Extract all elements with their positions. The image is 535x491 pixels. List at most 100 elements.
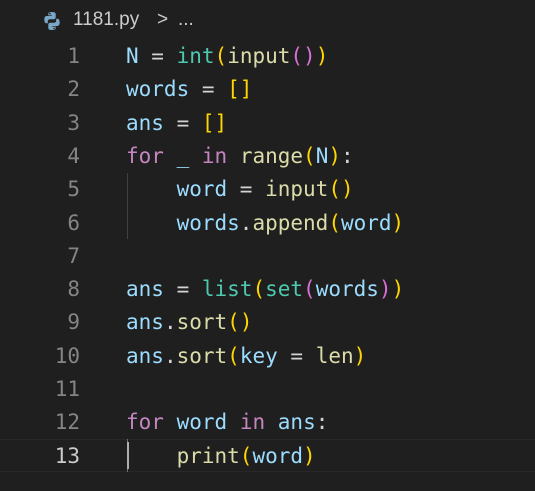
code-token: ans (277, 410, 316, 435)
code-line[interactable]: 5 word = input() (0, 173, 535, 206)
code-token: . (239, 210, 253, 235)
breadcrumb: 1181.py > ... (0, 0, 535, 42)
code-line[interactable]: 6 words.append(word) (0, 207, 535, 240)
code-line[interactable]: 13 print(word) (0, 440, 535, 473)
code-token: words (126, 77, 190, 102)
code-token: ans (126, 343, 164, 368)
code-editor[interactable]: 1 N = int(input()) 2 words = [] 3 ans = [] 4 fo… (0, 40, 535, 491)
code-token: . (163, 343, 177, 368)
code-token: sort (176, 343, 228, 368)
code-token: list (201, 277, 253, 302)
line-number: 10 (54, 343, 80, 368)
code-text: print(word) (126, 440, 316, 473)
breadcrumb-file-name[interactable]: 1181.py (73, 9, 139, 31)
code-token: = (138, 44, 177, 68)
line-number: 7 (67, 243, 80, 268)
code-token: ) (391, 277, 405, 302)
line-number: 8 (67, 277, 80, 302)
python-file-icon (41, 10, 63, 32)
code-token: ans (126, 310, 164, 335)
code-text: word = input() (126, 173, 354, 206)
code-token: ) (391, 210, 405, 235)
code-token: ( (303, 277, 316, 302)
code-line[interactable]: 10 ans.sort(key = len) (0, 340, 535, 373)
code-token: in (201, 143, 228, 168)
code-token: input (265, 177, 329, 202)
line-number: 3 (67, 110, 80, 135)
code-token: ) (353, 343, 367, 368)
code-line[interactable]: 9 ans.sort() (0, 306, 535, 339)
code-token: ) (328, 143, 342, 168)
code-token: ) (378, 277, 392, 302)
code-line[interactable]: 12 for word in ans: (0, 406, 535, 439)
line-number: 11 (54, 377, 80, 401)
code-token: : (341, 143, 354, 168)
code-token: ) (315, 44, 329, 68)
code-token: ans (126, 110, 164, 135)
line-number: 4 (67, 143, 80, 168)
code-text: words.append(word) (126, 207, 405, 240)
code-token: = (277, 343, 316, 368)
code-token: input (227, 44, 291, 68)
code-token: ans (126, 277, 164, 302)
code-token: () (328, 177, 354, 202)
code-text: ans.sort() (126, 306, 252, 339)
code-token: print (176, 443, 240, 468)
code-token: N (126, 44, 139, 68)
code-token: word (252, 443, 304, 468)
code-token: [] (227, 77, 253, 102)
code-text: words = [] (126, 73, 252, 106)
code-line[interactable]: 11 (0, 373, 535, 406)
code-text: for _ in range(N): (126, 140, 354, 173)
code-token: for (126, 143, 164, 168)
code-text: for word in ans: (126, 406, 328, 439)
code-token: word (176, 177, 228, 202)
code-token: in (239, 410, 266, 435)
code-token: = (163, 277, 202, 302)
code-token: range (239, 143, 304, 168)
line-number: 13 (54, 443, 80, 468)
line-number: 9 (67, 310, 80, 335)
line-number: 12 (54, 410, 80, 435)
code-line[interactable]: 4 for _ in range(N): (0, 140, 535, 173)
code-text: N = int(input()) (126, 40, 328, 73)
code-token: word (340, 210, 392, 235)
code-line[interactable]: 2 words = [] (0, 73, 535, 106)
code-token: ( (303, 143, 316, 168)
line-number: 6 (67, 210, 80, 235)
code-line[interactable]: 8 ans = list(set(words)) (0, 273, 535, 306)
code-text: ans = list(set(words)) (126, 273, 404, 306)
code-text: ans = [] (126, 107, 227, 140)
code-token: for (126, 410, 164, 435)
line-number: 2 (67, 77, 80, 102)
code-token: len (315, 343, 354, 368)
code-token: ( (227, 343, 240, 368)
code-token: = (227, 177, 266, 202)
line-number: 5 (67, 177, 80, 202)
code-token: words (315, 277, 379, 302)
code-line[interactable]: 1 N = int(input()) (0, 40, 535, 73)
code-token: word (176, 410, 228, 435)
code-token: : (315, 410, 329, 435)
code-token: [] (201, 110, 228, 135)
code-token: append (252, 210, 329, 235)
code-token: N (315, 143, 329, 168)
code-token: = (189, 77, 228, 102)
code-token: set (265, 277, 304, 302)
code-token: . (163, 310, 177, 335)
breadcrumb-more[interactable]: ... (178, 9, 194, 31)
code-token: ) (303, 443, 316, 468)
code-line[interactable]: 3 ans = [] (0, 107, 535, 140)
code-text: ans.sort(key = len) (126, 340, 366, 373)
code-token: ( (252, 277, 266, 302)
code-line[interactable]: 7 (0, 240, 535, 273)
line-number: 1 (67, 44, 80, 68)
chevron-right-icon: > (157, 9, 169, 30)
code-token: () (290, 44, 316, 68)
